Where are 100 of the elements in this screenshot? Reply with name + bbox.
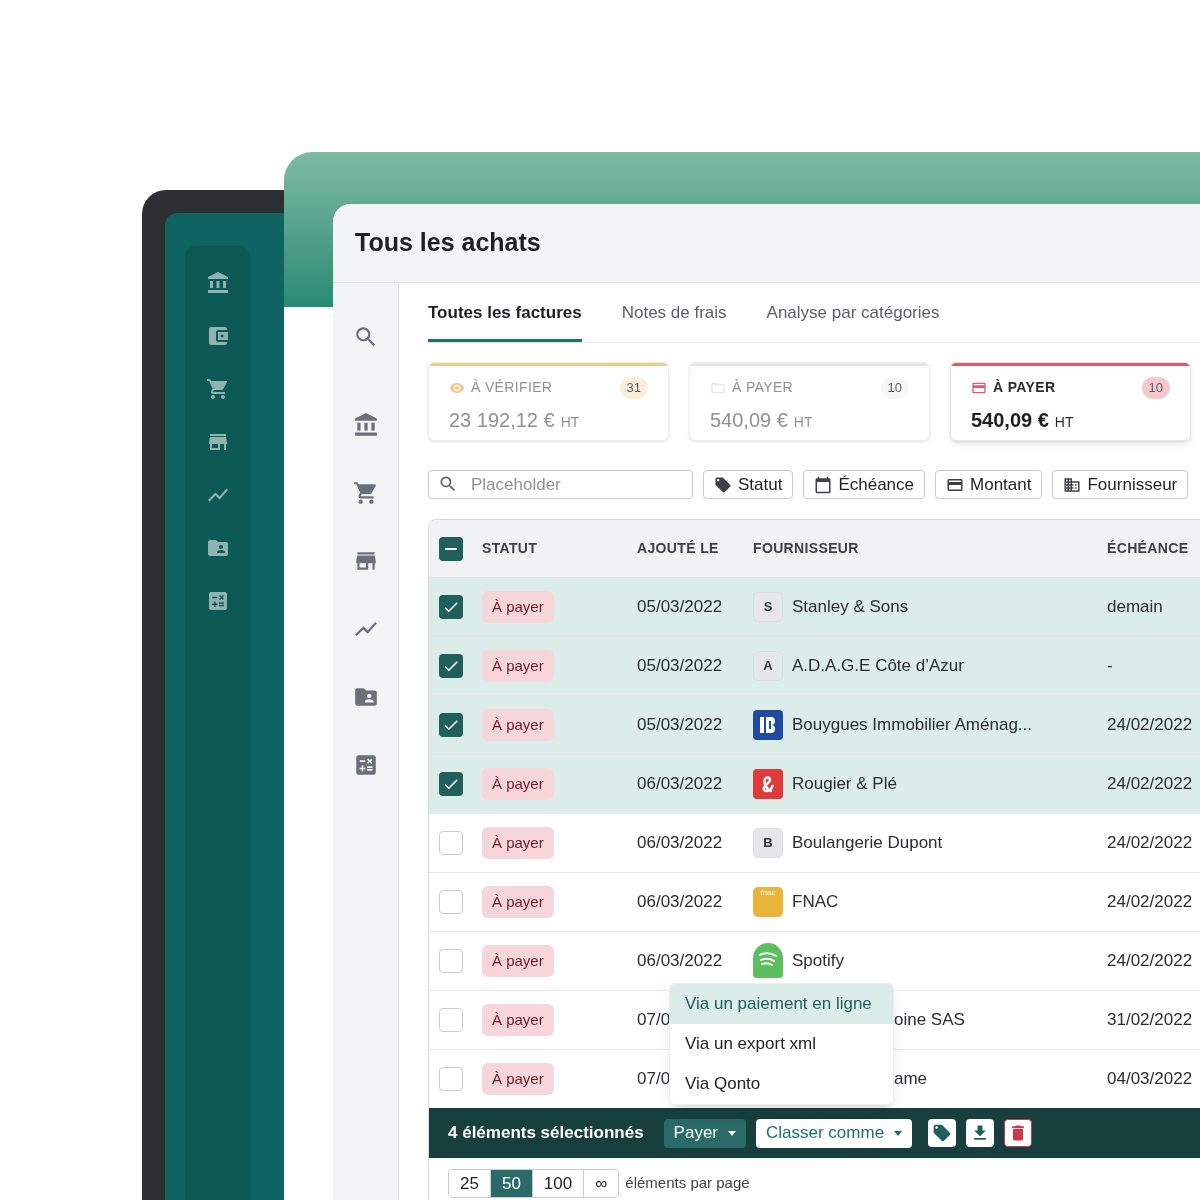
tab[interactable]: Toutes les factures: [428, 299, 582, 342]
status-badge: À payer: [482, 1062, 554, 1096]
selection-count: 4 éléments sélectionnés: [448, 1122, 644, 1145]
date-cell: 06/03/2022: [637, 892, 723, 912]
supplier-initial: A: [753, 651, 783, 681]
supplier-cell-text: oine SAS: [894, 1009, 965, 1032]
due-date-cell-text: 24/02/2022: [1107, 832, 1194, 855]
supplier-logo: [753, 943, 783, 979]
menu-item[interactable]: Via Qonto: [670, 1064, 893, 1104]
supplier-cell-text: Spotify: [792, 950, 844, 973]
supplier-initial: B: [753, 828, 783, 858]
unit-label: HT: [1054, 412, 1074, 432]
card-amount: 540,09 €: [971, 407, 1049, 433]
filter-button[interactable]: Échéance: [803, 470, 926, 499]
date-cell: 05/03/2022: [637, 715, 723, 735]
tag-icon: [714, 475, 732, 494]
summary-card[interactable]: À VÉRIFIER 31 23 192,12 € HT: [428, 362, 669, 441]
supplier-cell-text: A.D.A.G.E Côte d’Azur: [792, 655, 964, 678]
card-amount: 23 192,12 €: [449, 407, 555, 433]
checkbox[interactable]: [439, 949, 463, 973]
status-badge: À payer: [482, 649, 554, 683]
checkbox[interactable]: [439, 890, 463, 914]
due-date-cell-text: 24/02/2022: [1107, 950, 1194, 973]
card-amount: 540,09 €: [710, 407, 788, 433]
count-badge: 31: [619, 377, 648, 399]
tab[interactable]: Notes de frais: [621, 299, 727, 342]
column-header: AJOUTÉ LE: [637, 539, 720, 558]
date-cell: 07/0: [637, 1010, 671, 1030]
status-badge: À payer: [482, 708, 554, 742]
filter-button[interactable]: Statut: [703, 470, 794, 499]
date-cell: 06/03/2022: [637, 774, 723, 794]
status-badge: À payer: [482, 885, 554, 919]
checkbox[interactable]: [439, 1067, 463, 1091]
checkbox[interactable]: [439, 831, 463, 855]
classify-button[interactable]: Classer comme: [756, 1118, 913, 1148]
supplier-logo: [753, 710, 783, 740]
unit-label: HT: [793, 412, 813, 432]
supplier-cell-text: ame: [894, 1068, 928, 1091]
calendar-icon: [814, 475, 833, 494]
cart-icon[interactable]: [352, 480, 379, 506]
summary-card[interactable]: À PAYER 10 540,09 € HT: [689, 362, 930, 441]
page-title: Tous les achats: [355, 227, 541, 259]
due-date-cell-text: demain: [1107, 596, 1164, 619]
building-icon: [1063, 475, 1082, 494]
menu-item[interactable]: Via un paiement en ligne: [670, 984, 893, 1024]
count-badge: 10: [1141, 377, 1170, 399]
supplier-logo: fnac: [753, 887, 783, 917]
search-field[interactable]: Placeholder: [428, 470, 693, 499]
checkbox[interactable]: [439, 772, 463, 796]
page-size-option[interactable]: ∞: [583, 1170, 619, 1197]
status-badge: À payer: [482, 1003, 554, 1037]
due-date-cell-text: 24/02/2022: [1107, 773, 1194, 796]
filter-button[interactable]: Montant: [935, 470, 1043, 499]
search-icon: [438, 474, 458, 494]
status-badge: À payer: [482, 767, 554, 801]
date-cell: 07/0: [637, 1069, 671, 1089]
minus-icon: [445, 547, 457, 550]
cart-icon[interactable]: [205, 377, 230, 401]
checkbox[interactable]: [439, 654, 463, 678]
supplier-cell-text: Stanley & Sons: [792, 596, 909, 619]
bank-icon[interactable]: [352, 412, 379, 438]
bank-icon[interactable]: [205, 271, 230, 295]
status-badge: À payer: [482, 944, 554, 978]
supplier-cell-text: Bouygues Immobilier Aménag...: [792, 714, 1032, 737]
table-row[interactable]: À payer 06/03/2022 Rougier & Plé 24/02/2022: [429, 754, 1200, 813]
supplier-initial: S: [753, 592, 783, 622]
supplier-cell-text: Boulangerie Dupont: [792, 832, 943, 855]
download-button[interactable]: [966, 1119, 995, 1147]
table-row[interactable]: À payer 05/03/2022 A A.D.A.G.E Côte d’Azur -: [429, 636, 1200, 695]
checkbox[interactable]: [439, 1008, 463, 1032]
pay-button[interactable]: Payer: [663, 1118, 746, 1148]
tag-icon: [932, 1123, 953, 1143]
checkbox[interactable]: [439, 536, 463, 561]
caret-icon: [728, 1130, 736, 1136]
column-header: ÉCHÉANCE: [1107, 539, 1190, 558]
column-header: STATUT: [482, 539, 539, 558]
date-cell: 06/03/2022: [637, 951, 723, 971]
menu-item[interactable]: Via un export xml: [670, 1024, 893, 1064]
checkbox[interactable]: [439, 595, 463, 619]
date-cell: 06/03/2022: [637, 833, 723, 853]
due-date-cell-text: -: [1107, 655, 1114, 678]
checkbox[interactable]: [439, 713, 463, 737]
card-label: À PAYER: [732, 378, 794, 398]
due-date-cell-text: 04/03/2022: [1107, 1068, 1194, 1091]
page-size-option[interactable]: 50: [489, 1170, 532, 1197]
date-cell: 05/03/2022: [637, 656, 723, 676]
status-badge: À payer: [482, 590, 554, 624]
tag-button[interactable]: [928, 1119, 957, 1147]
column-header: FOURNISSEUR: [753, 539, 860, 558]
tab[interactable]: Analyse par catégories: [766, 299, 940, 342]
filter-button[interactable]: Fournisseur: [1052, 470, 1189, 499]
unit-label: HT: [560, 412, 580, 432]
due-date-cell-text: 31/02/2022: [1107, 1009, 1194, 1032]
supplier-cell-text: Rougier & Plé: [792, 773, 897, 796]
table-row[interactable]: À payer 05/03/2022 Bouygues Immobilier Aménag... 24/02/2022: [429, 695, 1200, 754]
page-size-label: éléments par page: [625, 1173, 750, 1194]
summary-card[interactable]: À PAYER 10 540,09 € HT: [950, 362, 1191, 441]
supplier-cell-text: FNAC: [792, 891, 839, 914]
delete-button[interactable]: [1004, 1119, 1033, 1147]
table-row[interactable]: À payer 05/03/2022 S Stanley & Sons demain: [429, 577, 1200, 636]
